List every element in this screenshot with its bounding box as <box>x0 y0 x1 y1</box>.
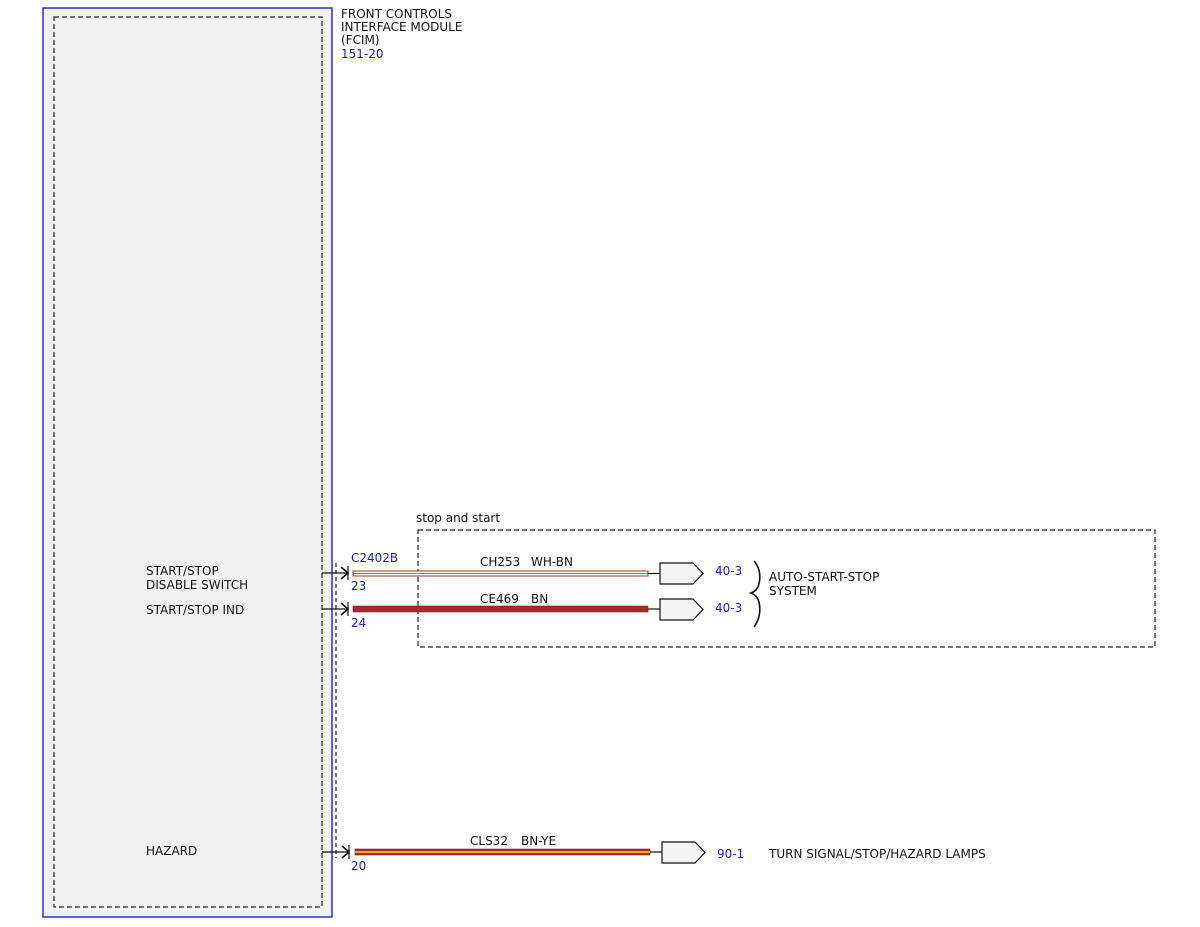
terminal-pointer-icon <box>661 841 706 864</box>
pin-label-start-stop-ind: START/STOP IND <box>146 603 244 617</box>
module-ref-link[interactable]: 151-20 <box>341 47 384 61</box>
terminal-pointer-icon <box>659 598 704 621</box>
destination-ref-link[interactable]: 90-1 <box>717 847 744 861</box>
pin-label-start-stop-disable-1: START/STOP <box>146 564 219 578</box>
wire-color-code: BN-YE <box>521 834 556 848</box>
destination-turn-signal: TURN SIGNAL/STOP/HAZARD LAMPS <box>768 847 986 861</box>
module-name-line-2: INTERFACE MODULE <box>341 20 462 34</box>
terminal-pointer-icon <box>659 562 704 585</box>
circuit-number: CE469 <box>480 592 519 606</box>
wire-ce469[interactable] <box>352 605 649 613</box>
circuit-cls32[interactable]: 20 CLS32 BN-YE 90-1 TURN SIGNAL/STOP/HAZ… <box>322 834 986 873</box>
destination-ref-link[interactable]: 40-3 <box>715 564 742 578</box>
module-name-line-1: FRONT CONTROLS <box>341 7 452 21</box>
pin-label-hazard: HAZARD <box>146 844 197 858</box>
destination-brace <box>748 560 761 628</box>
module-outer-box <box>42 7 333 918</box>
fcim-module <box>42 7 333 918</box>
circuit-number: CLS32 <box>470 834 508 848</box>
destination-auto-start-stop-2: SYSTEM <box>769 584 817 598</box>
wire-color-code: BN <box>531 592 548 606</box>
destination-auto-start-stop-1: AUTO-START-STOP <box>769 570 879 584</box>
pin-number: 23 <box>351 579 366 593</box>
pin-label-start-stop-disable-2: DISABLE SWITCH <box>146 578 248 592</box>
option-group-label: stop and start <box>416 511 500 525</box>
circuit-number: CH253 <box>480 555 520 569</box>
circuit-ce469[interactable]: 24 CE469 BN 40-3 <box>322 592 742 630</box>
destination-ref-link[interactable]: 40-3 <box>715 601 742 615</box>
module-name-line-3: (FCIM) <box>341 33 380 47</box>
wiring-diagram: FRONT CONTROLS INTERFACE MODULE (FCIM) 1… <box>42 7 1156 918</box>
pin-number: 20 <box>351 859 366 873</box>
wire-color-code: WH-BN <box>531 555 573 569</box>
connector-id[interactable]: C2402B <box>351 551 398 565</box>
pin-number: 24 <box>351 616 366 630</box>
